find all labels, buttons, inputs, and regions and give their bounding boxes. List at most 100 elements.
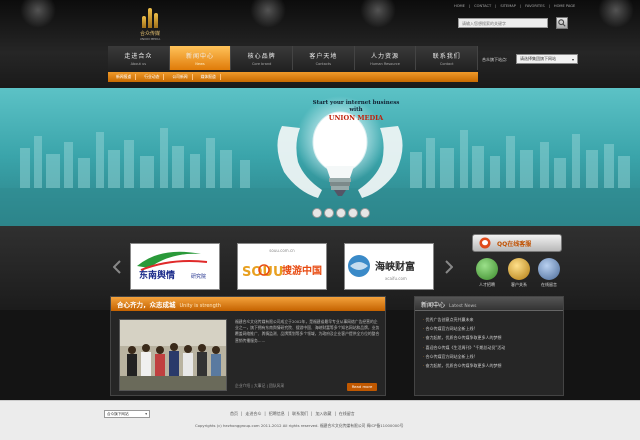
about-panel: 合心齐力，众志成城 Unity is strength 福建合众文化传媒有限公司成…: [110, 296, 386, 396]
chevron-down-icon: ▾: [571, 56, 574, 62]
subnav-item[interactable]: 媒体报道: [197, 74, 221, 80]
nav-item-about[interactable]: 走进合众 About us: [108, 46, 170, 70]
partner-prev-arrow[interactable]: [112, 258, 122, 276]
partner-sub: 研究院: [191, 273, 206, 280]
team-photo-graphic: [120, 320, 226, 390]
news-item[interactable]: 奋力起航，优质合众传媒争取更多人的梦想: [423, 361, 555, 370]
footer-link-message[interactable]: 在线留言: [339, 411, 355, 417]
group-sites-select[interactable]: 请选择集团旗下网站 ▾: [516, 54, 578, 64]
logo[interactable]: 合众传媒 UNION MEDIA: [136, 6, 164, 46]
nav-label: 核心品牌: [247, 53, 276, 60]
coin-icon: [508, 258, 530, 280]
nav-sublabel: About us: [130, 62, 147, 66]
slider-dot[interactable]: [312, 208, 322, 218]
news-item[interactable]: 合众传媒官方网站全新上线!: [423, 352, 555, 361]
top-links: HOME | CONTACT | SITEMAP | FAVORITES | H…: [454, 4, 575, 8]
banner-line: Start your internet business: [312, 100, 400, 106]
nav-item-contact[interactable]: 联系我们 Contact: [416, 46, 479, 70]
sub-nav: 新闻报道 行业动态 公司新闻 媒体报道: [108, 72, 478, 82]
nav-sublabel: Human Resource: [370, 62, 400, 66]
xcaifu-logo-graphic: 海峡财富 xcaifu.com: [348, 255, 415, 281]
chat-bubble-icon: [479, 237, 491, 249]
nav-item-news[interactable]: 新闻中心 News: [169, 46, 232, 70]
spotlight-decoration: [360, 0, 396, 28]
partner-logo-dongnan[interactable]: 东南舆情 研究院: [130, 243, 220, 290]
toplink-sitemap[interactable]: SITEMAP: [500, 4, 516, 8]
subnav-item[interactable]: 行业动态: [140, 74, 165, 80]
copyright: Copyrights (c) hezhonggroup.com 2011-201…: [195, 423, 404, 428]
footer-link-jobs[interactable]: 招聘信息: [269, 411, 285, 417]
footer-links: 首页 | 走进合众 | 招聘信息 | 联系我们 | 加入收藏 | 在线留言: [230, 411, 355, 417]
quick-link-recruit[interactable]: 人才招聘: [472, 258, 502, 292]
logo-name: 合众传媒: [139, 31, 160, 37]
footer-link-about[interactable]: 走进合众: [245, 411, 261, 417]
nav-label: 联系我们: [432, 53, 461, 60]
main-nav: 走进合众 About us 新闻中心 News 核心品牌 Core brand …: [108, 46, 479, 70]
banner-slogan: Start your internet business with UNION …: [296, 100, 416, 122]
news-item[interactable]: 合众传媒官方网站全新上线!: [423, 324, 555, 333]
nav-sublabel: Contacts: [315, 62, 332, 66]
toplink-separator: |: [548, 4, 550, 8]
banner-line: with: [349, 107, 363, 113]
news-item[interactable]: 喜迎合众传媒《生活周刊》"千期总动员"活动: [423, 343, 555, 352]
nav-sublabel: News: [195, 62, 205, 66]
toplink-favorites[interactable]: FAVORITES: [525, 4, 545, 8]
chevron-down-icon: ▾: [145, 412, 147, 416]
team-photo: [119, 319, 227, 391]
logo-subtitle: UNION MEDIA: [139, 37, 161, 41]
search-icon: [558, 19, 566, 27]
toplink-homepage[interactable]: HOME PAGE: [554, 4, 575, 8]
nav-label: 人力资源: [371, 53, 400, 60]
subnav-item[interactable]: 公司新闻: [168, 74, 193, 80]
footer-link-home[interactable]: 首页: [230, 411, 238, 417]
nav-label: 新闻中心: [186, 53, 215, 60]
spotlight-decoration: [250, 0, 286, 28]
souu-logo-graphic: souu.com.cn SOUU 搜游中国: [242, 248, 322, 280]
news-title-en: Latest News: [449, 304, 477, 309]
news-list: 优秀广告创意点亮共赢未来 合众传媒官方网站全新上线! 奋力起航，优质合众传媒争取…: [415, 311, 563, 374]
toplink-home[interactable]: HOME: [454, 4, 465, 8]
slider-dot[interactable]: [360, 208, 370, 218]
partner-next-arrow[interactable]: [444, 258, 454, 276]
qq-online-service-label: QQ在线客服: [497, 240, 532, 248]
partner-sub: SOUU: [242, 265, 284, 280]
quick-link-label: 客户关系: [511, 282, 527, 287]
footer-link-contact[interactable]: 联系我们: [292, 411, 308, 417]
partner-logo-souu[interactable]: souu.com.cn SOUU 搜游中国: [237, 243, 327, 290]
nav-label: 走进合众: [124, 53, 153, 60]
slider-dot[interactable]: [348, 208, 358, 218]
about-links[interactable]: 企业介绍 | 大事记 | 团队风采: [235, 383, 284, 389]
qq-online-service-button[interactable]: QQ在线客服: [472, 234, 562, 252]
read-more-button[interactable]: Read more: [347, 383, 377, 391]
footer-link-favorite[interactable]: 加入收藏: [315, 411, 331, 417]
news-item[interactable]: 优秀广告创意点亮共赢未来: [423, 315, 555, 324]
chevron-left-icon: [113, 260, 121, 274]
subnav-item[interactable]: 新闻报道: [112, 74, 137, 80]
partner-url: xcaifu.com: [385, 276, 407, 281]
partner-logo-xcaifu[interactable]: 海峡财富 xcaifu.com: [344, 243, 434, 290]
about-title-bar: 合心齐力，众志成城 Unity is strength: [111, 297, 385, 311]
quick-link-clients[interactable]: 客户关系: [504, 258, 534, 292]
slider-dot[interactable]: [324, 208, 334, 218]
partner-name: 海峡财富: [375, 260, 415, 273]
partner-name: 搜游中国: [282, 264, 322, 277]
search-button[interactable]: [556, 17, 568, 29]
footer: 合众旗下网站 ▾ 首页 | 走进合众 | 招聘信息 | 联系我们 | 加入收藏 | 在线留…: [0, 400, 640, 440]
toplink-separator: |: [495, 4, 497, 8]
nav-item-clients[interactable]: 客户天地 Contacts: [293, 46, 355, 70]
logo-mark: [140, 6, 160, 28]
slider-dot[interactable]: [336, 208, 346, 218]
toplink-contact[interactable]: CONTACT: [474, 4, 491, 8]
nav-item-brand[interactable]: 核心品牌 Core brand: [231, 46, 294, 70]
people-icon: [476, 258, 498, 280]
about-title-en: Unity is strength: [179, 303, 221, 309]
news-item[interactable]: 奋力起航，优质合众传媒争取更多人的梦想: [423, 333, 555, 342]
spotlight-decoration: [20, 0, 56, 28]
toplink-separator: |: [468, 4, 471, 8]
search-input[interactable]: [458, 18, 548, 28]
footer-site-select[interactable]: 合众旗下网站 ▾: [104, 410, 150, 418]
nav-item-hr[interactable]: 人力资源 Human Resource: [354, 46, 417, 70]
quick-link-message[interactable]: 在线留言: [534, 258, 564, 292]
partner-name: 东南舆情: [139, 269, 175, 281]
group-sites-value: 请选择集团旗下网站: [520, 56, 556, 61]
